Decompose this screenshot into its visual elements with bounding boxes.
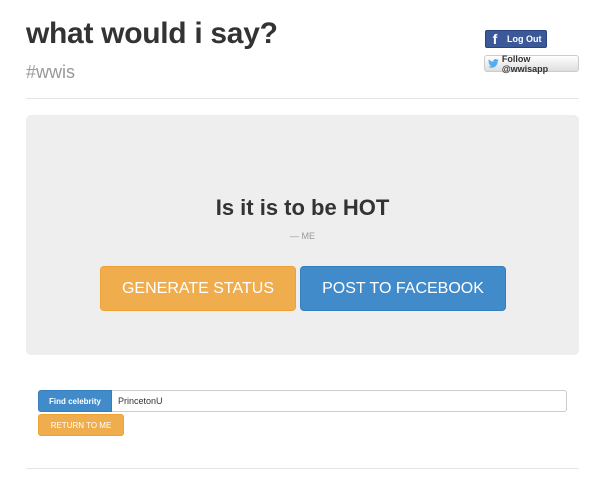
- return-to-me-button[interactable]: RETURN TO ME: [38, 414, 124, 436]
- bottom-divider: [26, 468, 579, 469]
- facebook-logout-button[interactable]: f Log Out: [485, 30, 547, 48]
- twitter-follow-button[interactable]: Follow @wwisapp: [484, 53, 579, 74]
- status-quote: Is it is to be HOT: [215, 195, 390, 220]
- hero-panel: Is it is to be HOT — ME GENERATE STATUS …: [26, 115, 579, 355]
- top-divider: [26, 98, 579, 99]
- header: what would i say? #wwis: [26, 16, 278, 83]
- facebook-icon: f: [492, 31, 498, 47]
- twitter-follow-label: Follow @wwisapp: [501, 53, 549, 74]
- celebrity-input[interactable]: [112, 390, 567, 412]
- page-subtitle: #wwis: [26, 62, 76, 82]
- quote-attribution: — ME: [289, 231, 315, 241]
- find-celebrity-button[interactable]: Find celebrity: [38, 390, 112, 412]
- post-to-facebook-button[interactable]: POST TO FACEBOOK: [300, 266, 506, 311]
- generate-status-button[interactable]: GENERATE STATUS: [100, 266, 296, 311]
- page-title: what would i say?: [26, 17, 278, 50]
- twitter-bird-icon: [488, 59, 499, 68]
- facebook-logout-label: Log Out: [507, 34, 542, 44]
- celebrity-search: Find celebrity: [38, 390, 567, 412]
